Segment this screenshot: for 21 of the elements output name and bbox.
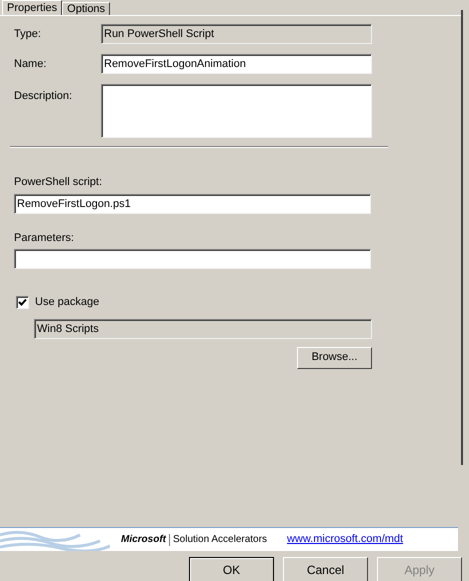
field-label: PowerShell script: [14, 175, 104, 190]
dialog-button[interactable]: Cancel [283, 557, 368, 581]
name-field[interactable]: RemoveFirstLogonAnimation [101, 54, 372, 74]
use-package-checkbox[interactable] [16, 296, 29, 309]
brand-logo: Microsoft [121, 534, 170, 546]
description-field[interactable] [101, 84, 372, 138]
wave-pattern-icon [0, 528, 110, 550]
checkmark-icon [18, 298, 27, 307]
script-field[interactable]: RemoveFirstLogon.ps1 [14, 194, 371, 214]
product-name: Solution Accelerators [173, 533, 267, 547]
field-label: Type: [14, 26, 42, 42]
tab[interactable]: Options [62, 2, 110, 15]
checkbox-label: Use package [35, 295, 100, 310]
website-link[interactable]: www.microsoft.com/mdt [286, 531, 404, 548]
parameters-field[interactable] [14, 249, 371, 269]
tab[interactable]: Properties [2, 0, 62, 15]
browse-button[interactable]: Browse... [297, 346, 372, 368]
field-label: Parameters: [14, 230, 75, 246]
field-label: Description: [14, 89, 74, 104]
dialog-button[interactable]: OK [189, 557, 274, 581]
field-label: Name: [14, 56, 48, 72]
